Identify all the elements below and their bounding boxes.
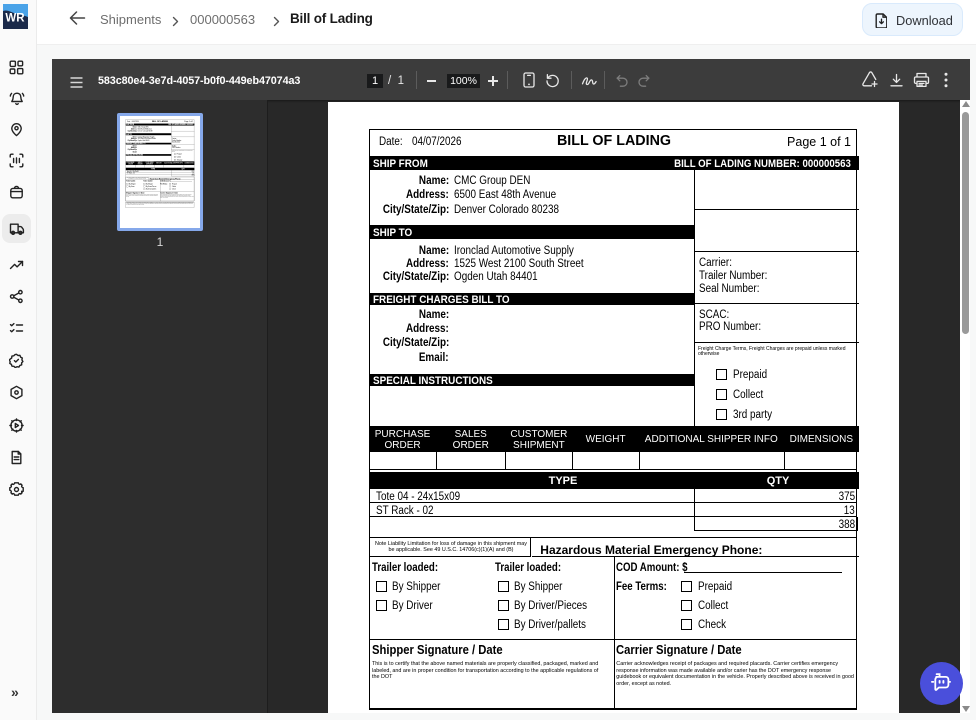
svg-text:WR: WR [5, 13, 25, 25]
